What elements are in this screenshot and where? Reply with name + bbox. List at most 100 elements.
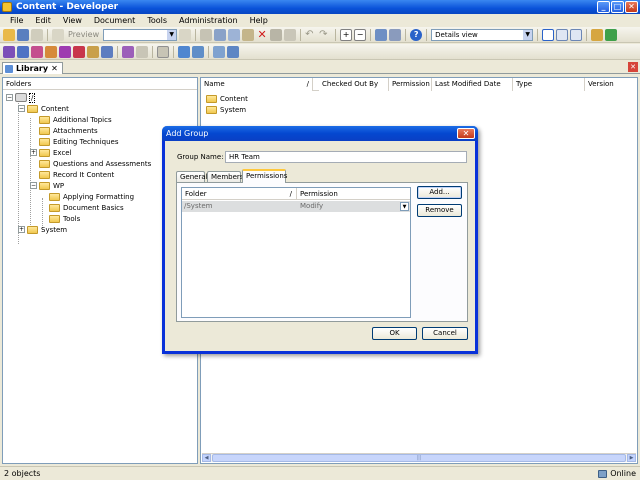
column-header-version[interactable]: Version [585, 78, 637, 91]
view-mode-select[interactable]: Details view ▼ [431, 28, 534, 41]
preview-options-icon[interactable] [179, 28, 192, 41]
add-button[interactable]: Add... [417, 186, 462, 199]
minimize-button[interactable]: _ [597, 1, 610, 13]
redo-icon[interactable]: ↷ [319, 29, 331, 41]
sync-icon[interactable] [227, 45, 239, 58]
collapse-icon[interactable]: − [30, 182, 37, 189]
list-item-content[interactable]: Content [206, 93, 248, 104]
delete-icon[interactable]: ✕ [256, 28, 268, 41]
tab-members[interactable]: Members [207, 171, 243, 182]
new-glossary-icon[interactable] [73, 45, 85, 58]
filter-icon[interactable] [591, 28, 604, 41]
preview-button[interactable]: Preview [66, 30, 101, 39]
menu-document[interactable]: Document [88, 14, 141, 27]
column-header-checked-out-by[interactable]: Checked Out By [319, 78, 389, 91]
columns-view-icon[interactable] [570, 28, 583, 41]
preview-mode-select[interactable]: ▼ [103, 28, 178, 41]
new-module-icon[interactable] [3, 45, 15, 58]
menu-tools[interactable]: Tools [141, 14, 173, 27]
tree-item-excel[interactable]: + Excel [30, 147, 73, 158]
scroll-thumb[interactable]: ||| [212, 454, 626, 462]
menu-file[interactable]: File [4, 14, 29, 27]
table-row[interactable]: /System Modify ▼ [182, 201, 410, 212]
print-icon[interactable] [31, 28, 43, 41]
library-tab[interactable]: Library ✕ [2, 62, 63, 74]
properties-icon[interactable] [200, 28, 213, 41]
find-icon[interactable] [284, 28, 297, 41]
export-icon[interactable] [136, 45, 148, 58]
new-topic-icon[interactable] [31, 45, 43, 58]
paste-icon[interactable] [242, 28, 255, 41]
scroll-right-button[interactable]: ▶ [627, 454, 636, 462]
spelling-icon[interactable] [389, 28, 402, 41]
column-header-last-modified[interactable]: Last Modified Date [432, 78, 513, 91]
chevron-down-icon[interactable]: ▼ [400, 202, 409, 211]
tree-item-attachments[interactable]: Attachments [39, 125, 99, 136]
new-folder-icon[interactable] [87, 45, 99, 58]
undo-icon[interactable]: ↶ [305, 29, 317, 41]
binoculars-icon[interactable] [375, 28, 388, 41]
tree-item-tools[interactable]: Tools [49, 213, 81, 224]
tree-item-additional-topics[interactable]: Additional Topics [39, 114, 113, 125]
column-header-name[interactable]: Name / [201, 78, 313, 91]
tree-item-questions-and-assessments[interactable]: Questions and Assessments [39, 158, 152, 169]
preview-icon[interactable] [52, 28, 64, 41]
publish-icon[interactable] [122, 45, 134, 58]
expand-icon[interactable]: + [340, 28, 353, 41]
expand-icon[interactable]: + [18, 226, 25, 233]
collapse-icon[interactable]: − [6, 94, 13, 101]
maximize-button[interactable]: □ [611, 1, 624, 13]
cancel-button[interactable]: Cancel [422, 327, 468, 340]
new-web-page-icon[interactable] [45, 45, 57, 58]
collapse-icon[interactable]: − [354, 28, 367, 41]
collapse-icon[interactable]: − [18, 105, 25, 112]
ok-button[interactable]: OK [372, 327, 417, 340]
tree-item-wp[interactable]: − WP [30, 180, 65, 191]
column-header-permission[interactable]: Permission [297, 188, 412, 200]
check-in-icon[interactable] [178, 45, 190, 58]
scroll-left-button[interactable]: ◀ [202, 454, 211, 462]
link-icon[interactable] [157, 45, 169, 58]
open-icon[interactable] [3, 28, 15, 41]
new-role-icon[interactable] [101, 45, 113, 58]
save-icon[interactable] [17, 28, 29, 41]
expand-icon[interactable]: + [30, 149, 37, 156]
rename-icon[interactable] [270, 28, 283, 41]
permissions-list[interactable]: Folder / Permission /System Modify ▼ [181, 187, 411, 318]
tree-item-editing-techniques[interactable]: Editing Techniques [39, 136, 120, 147]
tree-item-system[interactable]: + System [18, 224, 68, 235]
column-header-folder[interactable]: Folder / [182, 188, 297, 200]
help-icon[interactable]: ? [410, 28, 423, 41]
close-window-button[interactable]: ✕ [625, 1, 638, 13]
column-header-permission[interactable]: Permission [389, 78, 432, 91]
menu-edit[interactable]: Edit [29, 14, 57, 27]
new-section-icon[interactable] [17, 45, 29, 58]
copy-icon[interactable] [228, 28, 241, 41]
get-latest-icon[interactable] [213, 45, 225, 58]
tab-general[interactable]: General [176, 171, 208, 182]
close-icon[interactable]: ✕ [51, 64, 58, 73]
tree-item-content[interactable]: − Content [18, 103, 70, 114]
tree-item-document-basics[interactable]: Document Basics [49, 202, 125, 213]
permission-cell: Modify [300, 202, 324, 210]
new-package-icon[interactable] [59, 45, 71, 58]
menu-help[interactable]: Help [244, 14, 274, 27]
check-out-icon[interactable] [192, 45, 204, 58]
menu-administration[interactable]: Administration [173, 14, 244, 27]
list-item-system[interactable]: System [206, 104, 246, 115]
column-header-type[interactable]: Type [513, 78, 585, 91]
close-panel-icon[interactable]: ✕ [628, 62, 638, 72]
split-view-icon[interactable] [556, 28, 569, 41]
close-icon[interactable]: ✕ [457, 128, 475, 139]
menu-view[interactable]: View [57, 14, 88, 27]
group-name-input[interactable]: HR Team [225, 151, 467, 163]
refresh-icon[interactable] [605, 28, 618, 41]
details-view-icon[interactable] [542, 28, 555, 41]
tree-item-record-it-content[interactable]: Record It Content [39, 169, 115, 180]
tab-permissions[interactable]: Permissions [242, 169, 287, 183]
horizontal-scrollbar[interactable]: ◀ ||| ▶ [202, 453, 636, 462]
remove-button[interactable]: Remove [417, 204, 462, 217]
tree-item-applying-formatting[interactable]: Applying Formatting [49, 191, 135, 202]
tree-root[interactable]: − / [6, 92, 36, 103]
cut-icon[interactable] [214, 28, 227, 41]
